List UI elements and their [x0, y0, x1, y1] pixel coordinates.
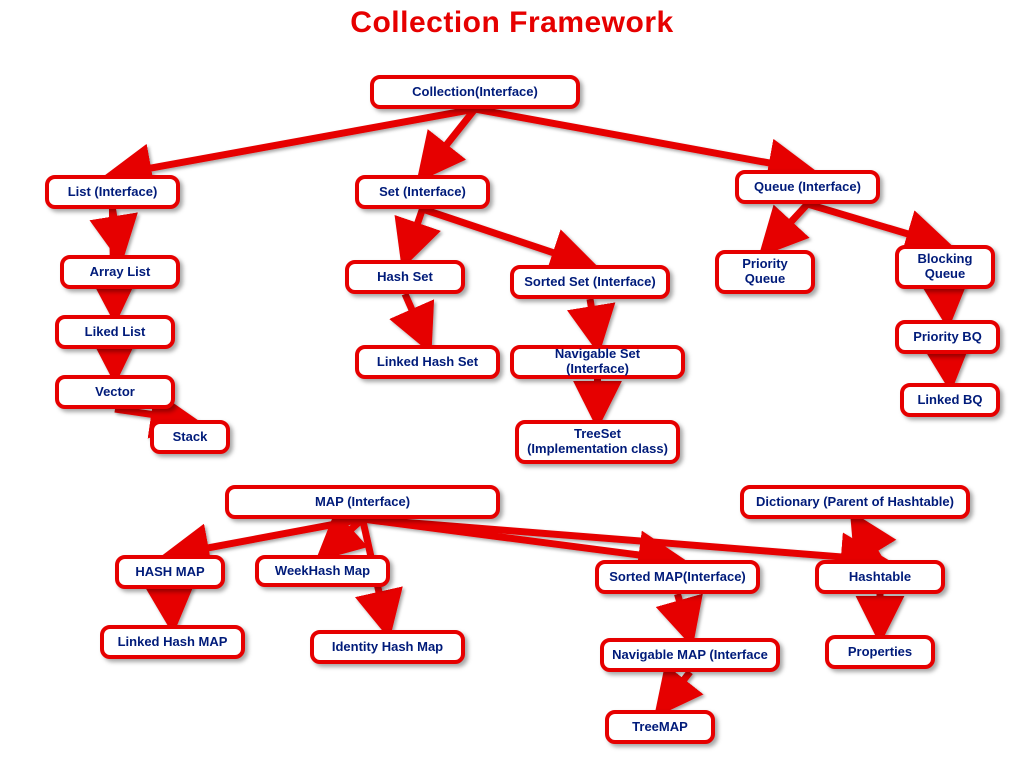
node-arraylist: Array List [60, 255, 180, 289]
node-label: TreeSet (Implementation class) [527, 427, 668, 457]
edge-hashmap-linkedhashmap [170, 589, 173, 625]
node-label: Linked Hash MAP [118, 635, 228, 650]
node-label: Dictionary (Parent of Hashtable) [756, 495, 954, 510]
edge-queue-priorityqueue [765, 204, 808, 250]
node-label: Collection(Interface) [412, 85, 538, 100]
edge-sortedmap-navigablemap [678, 594, 691, 638]
node-navigablemap: Navigable MAP (Interface [600, 638, 780, 672]
node-navigableset: Navigable Set (Interface) [510, 345, 685, 379]
node-priorityqueue: Priority Queue [715, 250, 815, 294]
node-stack: Stack [150, 420, 230, 454]
edge-map-hashtable [363, 519, 881, 560]
node-label: Identity Hash Map [332, 640, 443, 655]
edge-queue-blockingqueue [808, 204, 946, 245]
node-label: Linked BQ [917, 393, 982, 408]
node-label: Priority BQ [913, 330, 982, 345]
node-blockingqueue: Blocking Queue [895, 245, 995, 289]
edge-set-sortedset [423, 209, 591, 265]
node-label: Navigable Set (Interface) [522, 347, 673, 377]
node-queue: Queue (Interface) [735, 170, 880, 204]
edge-map-hashmap [170, 519, 363, 555]
node-label: Linked Hash Set [377, 355, 478, 370]
node-label: TreeMAP [632, 720, 688, 735]
node-label: List (Interface) [68, 185, 158, 200]
edge-hashtable-dictionary [855, 519, 880, 560]
node-label: MAP (Interface) [315, 495, 410, 510]
node-prioritybq: Priority BQ [895, 320, 1000, 354]
node-hashtable: Hashtable [815, 560, 945, 594]
node-collection: Collection(Interface) [370, 75, 580, 109]
edge-blockingqueue-prioritybq [945, 289, 948, 320]
node-label: HASH MAP [135, 565, 204, 580]
edge-list-vector [113, 209, 116, 375]
node-label: Sorted MAP(Interface) [609, 570, 746, 585]
node-list: List (Interface) [45, 175, 180, 209]
edge-map-weakhashmap [323, 519, 363, 555]
node-label: Hash Set [377, 270, 433, 285]
node-label: Properties [848, 645, 912, 660]
node-linkedhashmap: Linked Hash MAP [100, 625, 245, 659]
node-sortedmap: Sorted MAP(Interface) [595, 560, 760, 594]
node-hashmap: HASH MAP [115, 555, 225, 589]
node-linkedhashset: Linked Hash Set [355, 345, 500, 379]
edge-hashset-linkedhashset [405, 294, 428, 345]
node-label: Vector [95, 385, 135, 400]
edge-prioritybq-linkedbq [948, 354, 951, 383]
node-sortedset: Sorted Set (Interface) [510, 265, 670, 299]
node-label: Priority Queue [727, 257, 803, 287]
node-identityhashmap: Identity Hash Map [310, 630, 465, 664]
node-treemap: TreeMAP [605, 710, 715, 744]
node-label: Hashtable [849, 570, 911, 585]
node-set: Set (Interface) [355, 175, 490, 209]
node-label: Blocking Queue [907, 252, 983, 282]
node-hashset: Hash Set [345, 260, 465, 294]
edge-navigablemap-treemap [660, 672, 690, 710]
node-linkedbq: Linked BQ [900, 383, 1000, 417]
node-label: WeekHash Map [275, 564, 370, 579]
node-label: Navigable MAP (Interface [612, 648, 768, 663]
node-dictionary: Dictionary (Parent of Hashtable) [740, 485, 970, 519]
node-weakhashmap: WeekHash Map [255, 555, 390, 587]
edge-collection-queue [475, 109, 808, 170]
node-properties: Properties [825, 635, 935, 669]
node-linkedlist: Liked List [55, 315, 175, 349]
node-treeset: TreeSet (Implementation class) [515, 420, 680, 464]
node-label: Array List [90, 265, 151, 280]
node-map: MAP (Interface) [225, 485, 500, 519]
node-label: Set (Interface) [379, 185, 466, 200]
edge-set-hashset [405, 209, 423, 260]
edge-map-sortedmap [363, 519, 678, 560]
node-label: Liked List [85, 325, 146, 340]
edge-collection-list [113, 109, 476, 175]
node-label: Stack [173, 430, 208, 445]
edge-vector-stack [115, 409, 190, 420]
node-label: Queue (Interface) [754, 180, 861, 195]
node-vector: Vector [55, 375, 175, 409]
edge-collection-set [423, 109, 476, 175]
node-label: Sorted Set (Interface) [524, 275, 655, 290]
edge-list-arraylist [113, 209, 121, 255]
diagram-title: Collection Framework [0, 6, 1024, 40]
edge-sortedset-navigableset [590, 299, 598, 345]
